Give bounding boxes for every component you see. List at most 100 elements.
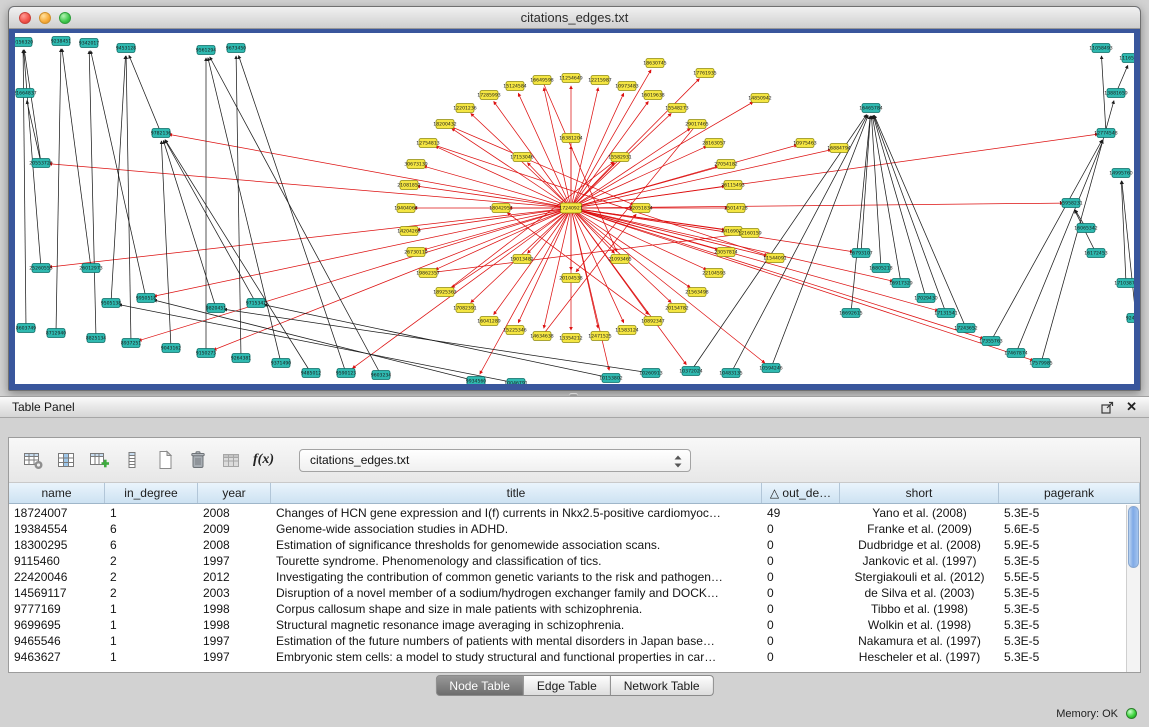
graph-node[interactable]: 16172453	[1084, 249, 1107, 258]
new-row-icon[interactable]	[151, 447, 178, 474]
network-graph[interactable]: 1724092115124584166495981125464912215987…	[15, 33, 1134, 384]
column-header-pagerank[interactable]: pagerank	[999, 483, 1140, 503]
delete-row-icon[interactable]	[184, 447, 211, 474]
graph-node[interactable]: 10483135	[719, 369, 742, 378]
graph-node[interactable]: 17240921	[559, 203, 582, 213]
graph-node[interactable]: 16065342	[1074, 224, 1097, 233]
graph-node[interactable]: 10594246	[759, 364, 782, 373]
graph-node[interactable]: 10975463	[793, 139, 816, 148]
scrollbar-thumb[interactable]	[1128, 506, 1139, 568]
column-header-name[interactable]: name	[9, 483, 105, 503]
graph-node[interactable]: 11058493	[1089, 44, 1112, 53]
network-canvas[interactable]: 1724092115124584166495981125464912215987…	[15, 33, 1134, 384]
table-row[interactable]: 1938455462009Genome-wide association stu…	[9, 521, 1126, 537]
graph-node[interactable]: 9043162	[161, 344, 182, 353]
table-row[interactable]: 1456911722003Disruption of a novel membe…	[9, 585, 1126, 601]
graph-node[interactable]: 17131541	[934, 309, 957, 318]
import-table-icon[interactable]	[217, 447, 244, 474]
graph-node[interactable]: 15225346	[503, 326, 526, 335]
graph-node[interactable]: 17103871	[1114, 279, 1134, 288]
graph-node[interactable]: 15582931	[608, 153, 631, 162]
graph-node[interactable]: 11583124	[615, 326, 638, 335]
tab-network-table[interactable]: Network Table	[611, 675, 714, 696]
graph-node[interactable]: 10046791	[504, 379, 527, 385]
graph-node[interactable]: 29017465	[685, 120, 708, 129]
close-window-button[interactable]	[19, 12, 31, 24]
graph-node[interactable]: 16805218	[869, 264, 892, 273]
graph-node[interactable]: 8603749	[16, 324, 37, 333]
table-mode-icon[interactable]	[19, 447, 46, 474]
window-titlebar[interactable]: citations_edges.txt	[9, 7, 1140, 29]
graph-node[interactable]: 15548273	[665, 104, 688, 113]
graph-node[interactable]: 9264381	[231, 354, 252, 363]
graph-node[interactable]: 9342017	[79, 39, 100, 48]
zoom-window-button[interactable]	[59, 12, 71, 24]
tab-node-table[interactable]: Node Table	[435, 675, 524, 696]
new-column-icon[interactable]	[85, 447, 112, 474]
graph-node[interactable]: 16884794	[827, 144, 850, 153]
column-header-out-degree[interactable]: △ out_de…	[762, 483, 840, 503]
graph-node[interactable]: 18630745	[643, 59, 666, 68]
graph-node[interactable]: 16692615	[839, 309, 862, 318]
graph-node[interactable]: 8937251	[121, 339, 142, 348]
graph-node[interactable]: 26012973	[79, 264, 102, 273]
graph-node[interactable]: 23057814	[714, 248, 737, 257]
graph-node[interactable]: 15124584	[503, 82, 526, 91]
graph-node[interactable]: 19862357	[416, 269, 439, 278]
graph-node[interactable]: 17579985	[1029, 359, 1052, 368]
tab-edge-table[interactable]: Edge Table	[524, 675, 611, 696]
column-header-year[interactable]: year	[198, 483, 271, 503]
table-scrollbar[interactable]	[1126, 505, 1140, 672]
table-row[interactable]: 977716911998Corpus callosum shape and si…	[9, 601, 1126, 617]
graph-node[interactable]: 15958231	[1059, 199, 1082, 208]
graph-node[interactable]: 8825134	[86, 334, 107, 343]
graph-node[interactable]: 9950518	[136, 294, 157, 303]
graph-node[interactable]: 16917329	[889, 279, 912, 288]
graph-node[interactable]: 12201236	[453, 104, 476, 113]
graph-node[interactable]: 10892347	[641, 317, 664, 326]
function-builder-button[interactable]: f(x)	[250, 447, 277, 474]
graph-node[interactable]: 12215987	[588, 76, 611, 85]
graph-node[interactable]: 17467874	[1004, 349, 1027, 358]
graph-node[interactable]: 9673450	[226, 44, 247, 53]
graph-node[interactable]: 13354212	[559, 334, 582, 343]
graph-node[interactable]: 26115493	[721, 181, 744, 190]
graph-node[interactable]: 14995760	[1109, 169, 1132, 178]
graph-node[interactable]: 9238451	[51, 37, 72, 46]
graph-node[interactable]: 25014728	[724, 204, 747, 213]
table-row[interactable]: 2242004622012Investigating the contribut…	[9, 569, 1126, 585]
graph-node[interactable]: 9715342	[246, 299, 267, 308]
graph-node[interactable]: 9505138	[101, 299, 122, 308]
graph-node[interactable]: 9820451	[206, 304, 227, 313]
graph-node[interactable]: 9590123	[336, 369, 357, 378]
graph-node[interactable]: 9150273	[196, 349, 217, 358]
graph-node[interactable]: 21081852	[397, 181, 420, 190]
close-panel-icon[interactable]: ✕	[1126, 401, 1137, 413]
table-row[interactable]: 911546021997Tourette syndrome. Phenomeno…	[9, 553, 1126, 569]
table-row[interactable]: 946362711997Embryonic stem cells: a mode…	[9, 649, 1126, 665]
graph-node[interactable]: 10153802	[599, 374, 622, 383]
graph-node[interactable]: 17355763	[979, 337, 1002, 346]
graph-node[interactable]: 17761935	[693, 69, 716, 78]
table-row[interactable]: 946554611997Estimation of the future num…	[9, 633, 1126, 649]
graph-node[interactable]: 11544091	[763, 254, 786, 263]
graph-node[interactable]: 9245012	[1126, 314, 1134, 323]
graph-node[interactable]: 9934560	[466, 377, 487, 385]
graph-node[interactable]: 19013482	[510, 255, 533, 264]
graph-node[interactable]: 9485012	[301, 369, 322, 378]
graph-node[interactable]: 22051834	[629, 204, 652, 213]
graph-node[interactable]: 9603234	[371, 371, 392, 380]
graph-node[interactable]: 9156320	[15, 38, 33, 47]
graph-node[interactable]: 12754813	[416, 139, 439, 148]
column-header-short[interactable]: short	[840, 483, 999, 503]
minimize-window-button[interactable]	[39, 12, 51, 24]
table-row[interactable]: 969969511998Structural magnetic resonanc…	[9, 617, 1126, 633]
graph-node[interactable]: 13881659	[1104, 89, 1127, 98]
table-selector[interactable]: citations_edges.txt	[299, 449, 691, 472]
graph-node[interactable]: 19404068	[394, 204, 417, 213]
graph-node[interactable]: 17243652	[954, 324, 977, 333]
graph-node[interactable]: 27054182	[714, 160, 737, 169]
graph-node[interactable]: 9782136	[151, 129, 172, 138]
column-visibility-icon[interactable]	[52, 447, 79, 474]
graph-node[interactable]: 14850942	[748, 94, 771, 103]
